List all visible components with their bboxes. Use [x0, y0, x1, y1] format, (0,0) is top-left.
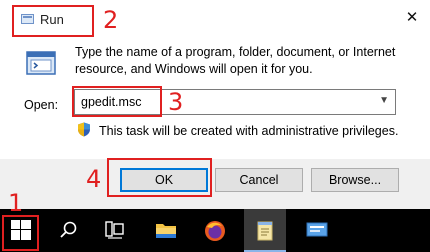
open-label: Open:: [24, 98, 59, 112]
close-button[interactable]: ✕: [402, 8, 422, 28]
firefox-icon[interactable]: [204, 220, 226, 242]
annotation-number-3: 3: [168, 88, 184, 116]
file-explorer-icon[interactable]: [155, 220, 177, 240]
task-view-icon[interactable]: [105, 220, 125, 240]
taskbar-server-manager[interactable]: [294, 209, 336, 252]
annotation-number-2: 2: [103, 6, 119, 34]
annotation-box-input: [72, 86, 162, 117]
annotation-number-4: 4: [86, 165, 102, 193]
run-app-icon: [26, 51, 56, 75]
taskbar-firefox[interactable]: [193, 209, 235, 252]
annotation-box-ok: [107, 158, 212, 197]
description-text: Type the name of a program, folder, docu…: [75, 45, 396, 76]
browse-button[interactable]: Browse...: [311, 168, 399, 192]
annotation-box-start: [2, 215, 39, 251]
notepad-icon[interactable]: [255, 220, 275, 242]
server-manager-icon[interactable]: [305, 220, 329, 240]
cancel-button[interactable]: Cancel: [215, 168, 303, 192]
admin-privileges-note: This task will be created with administr…: [99, 124, 399, 138]
uac-shield-icon: [78, 122, 90, 137]
taskbar-notepad[interactable]: [244, 209, 286, 252]
search-icon[interactable]: [59, 220, 79, 240]
chevron-down-icon[interactable]: ▼: [379, 95, 389, 106]
taskbar-search[interactable]: [48, 209, 90, 252]
taskbar-file-explorer[interactable]: [144, 209, 186, 252]
taskbar-task-view[interactable]: [94, 209, 136, 252]
annotation-number-1: 1: [8, 189, 24, 217]
annotation-box-title: [12, 5, 94, 37]
